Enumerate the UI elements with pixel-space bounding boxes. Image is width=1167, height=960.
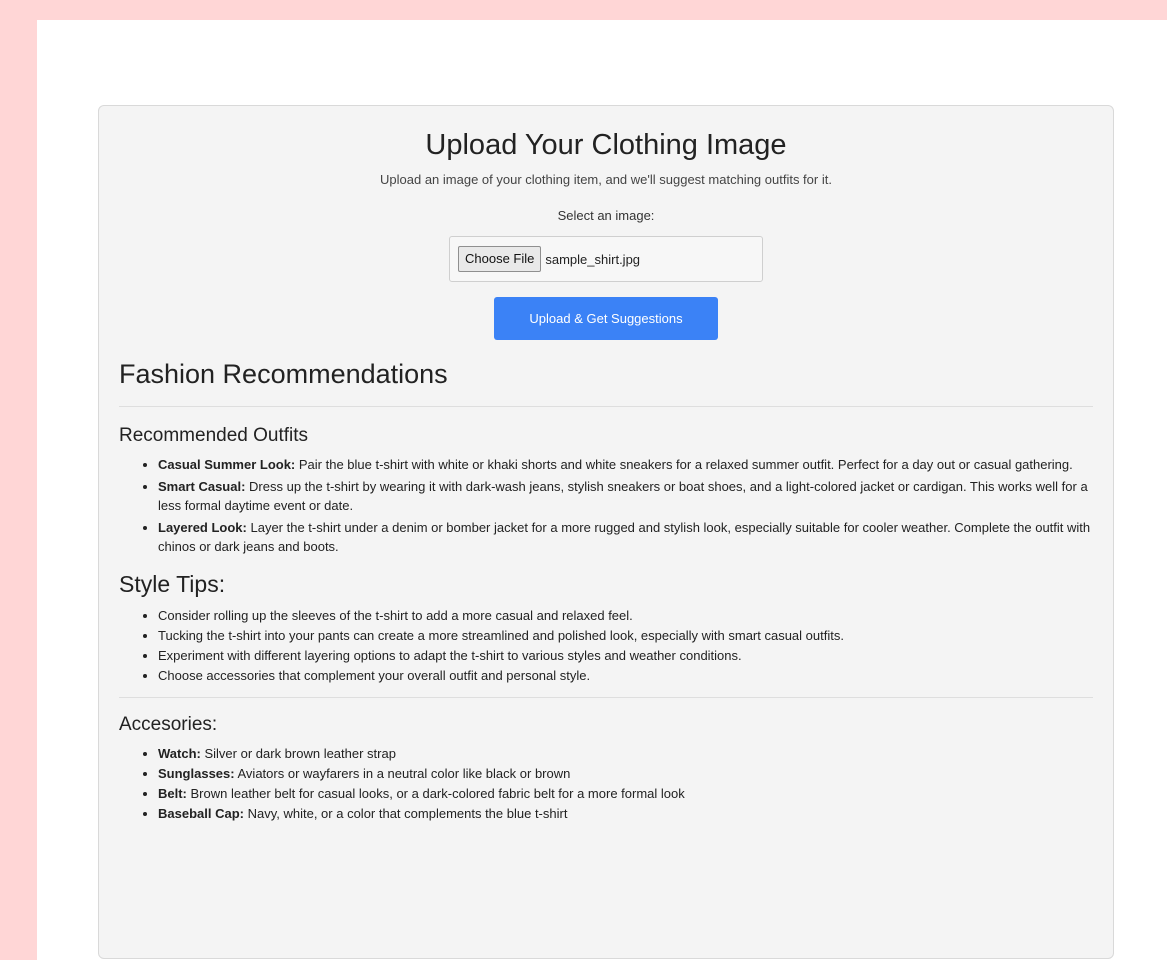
- accessory-description: Aviators or wayfarers in a neutral color…: [237, 766, 571, 781]
- outfit-description: Dress up the t-shirt by wearing it with …: [158, 479, 1088, 513]
- list-item: Choose accessories that complement your …: [158, 666, 1093, 685]
- page-title: Upload Your Clothing Image: [425, 129, 787, 161]
- list-item: Casual Summer Look: Pair the blue t-shir…: [158, 455, 1093, 474]
- outfit-name: Casual Summer Look:: [158, 457, 296, 472]
- divider: [119, 697, 1093, 698]
- accessory-name: Baseball Cap:: [158, 806, 244, 821]
- accessory-description: Navy, white, or a color that complements…: [247, 806, 568, 821]
- list-item: Belt: Brown leather belt for casual look…: [158, 784, 1093, 803]
- accessory-name: Watch:: [158, 746, 201, 761]
- accessories-heading: Accesories:: [119, 714, 218, 735]
- list-item: Watch: Silver or dark brown leather stra…: [158, 744, 1093, 763]
- style-tips-list: Consider rolling up the sleeves of the t…: [119, 606, 1093, 685]
- accessory-description: Silver or dark brown leather strap: [204, 746, 396, 761]
- upload-card: Upload Your Clothing Image Upload an ima…: [98, 105, 1114, 959]
- divider: [119, 406, 1093, 407]
- style-tips-heading: Style Tips:: [119, 571, 226, 597]
- outfit-name: Smart Casual:: [158, 479, 246, 494]
- outfit-name: Layered Look:: [158, 520, 247, 535]
- list-item: Layered Look: Layer the t-shirt under a …: [158, 518, 1093, 556]
- selected-file-name: sample_shirt.jpg: [545, 251, 641, 267]
- choose-file-button[interactable]: Choose File: [458, 246, 542, 272]
- list-item: Baseball Cap: Navy, white, or a color th…: [158, 804, 1093, 823]
- outfit-description: Pair the blue t-shirt with white or khak…: [298, 457, 1073, 472]
- page-container: Upload Your Clothing Image Upload an ima…: [37, 20, 1167, 960]
- select-image-label: Select an image:: [557, 208, 655, 223]
- list-item: Consider rolling up the sleeves of the t…: [158, 606, 1093, 625]
- list-item: Experiment with different layering optio…: [158, 646, 1093, 665]
- recommendations-heading: Fashion Recommendations: [119, 359, 448, 389]
- accessory-name: Belt:: [158, 786, 187, 801]
- file-input[interactable]: Choose File sample_shirt.jpg: [449, 236, 763, 282]
- outfits-list: Casual Summer Look: Pair the blue t-shir…: [119, 455, 1093, 556]
- list-item: Tucking the t-shirt into your pants can …: [158, 626, 1093, 645]
- accessory-description: Brown leather belt for casual looks, or …: [190, 786, 685, 801]
- upload-submit-button[interactable]: Upload & Get Suggestions: [494, 297, 718, 340]
- accessories-list: Watch: Silver or dark brown leather stra…: [119, 744, 1093, 823]
- page-subtitle: Upload an image of your clothing item, a…: [380, 172, 832, 187]
- list-item: Smart Casual: Dress up the t-shirt by we…: [158, 477, 1093, 515]
- outfits-heading: Recommended Outfits: [119, 425, 309, 446]
- list-item: Sunglasses: Aviators or wayfarers in a n…: [158, 764, 1093, 783]
- outfit-description: Layer the t-shirt under a denim or bombe…: [158, 520, 1091, 554]
- accessory-name: Sunglasses:: [158, 766, 235, 781]
